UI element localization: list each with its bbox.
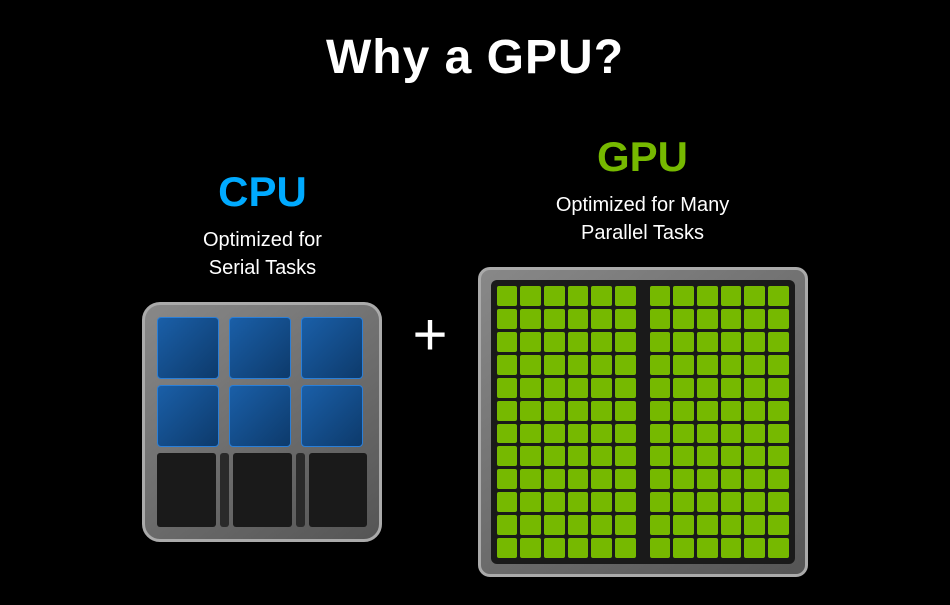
gpu-col-1 [497,286,518,558]
gpu-chip-graphic [478,267,808,577]
gpu-col-7 [650,286,671,558]
gpu-col-8 [673,286,694,558]
cache-col-1 [157,453,216,527]
gpu-col-4 [568,286,589,558]
cpu-chip-graphic [142,302,382,542]
cpu-core-6 [301,385,363,447]
cpu-description: Optimized for Serial Tasks [203,226,322,282]
cpu-cores [157,317,367,447]
cache-col-2 [220,453,229,527]
gpu-col-2 [520,286,541,558]
cache-col-5 [309,453,368,527]
content-area: CPU Optimized for Serial Tasks [0,105,950,605]
cpu-core-2 [229,317,291,379]
gpu-col-12 [768,286,789,558]
gpu-label: GPU [597,133,688,181]
cpu-core-1 [157,317,219,379]
cpu-core-5 [229,385,291,447]
cache-col-4 [296,453,305,527]
gpu-cores-grid [491,280,795,564]
cpu-cache-area [157,453,367,527]
gpu-col-6 [615,286,636,558]
gpu-col-3 [544,286,565,558]
page-title: Why a GPU? [326,30,624,85]
gpu-col-5 [591,286,612,558]
gpu-col-9 [697,286,718,558]
cpu-core-3 [301,317,363,379]
gpu-col-11 [744,286,765,558]
gpu-col-group-right [650,286,789,558]
cache-col-3 [233,453,292,527]
cpu-label: CPU [218,168,307,216]
cpu-core-4 [157,385,219,447]
gpu-description: Optimized for Many Parallel Tasks [556,191,729,247]
gpu-vertical-divider [640,286,646,558]
gpu-section: GPU Optimized for Many Parallel Tasks [478,133,808,577]
gpu-col-group-left [497,286,636,558]
gpu-col-10 [721,286,742,558]
cpu-section: CPU Optimized for Serial Tasks [142,168,382,542]
plus-sign: + [412,305,447,365]
